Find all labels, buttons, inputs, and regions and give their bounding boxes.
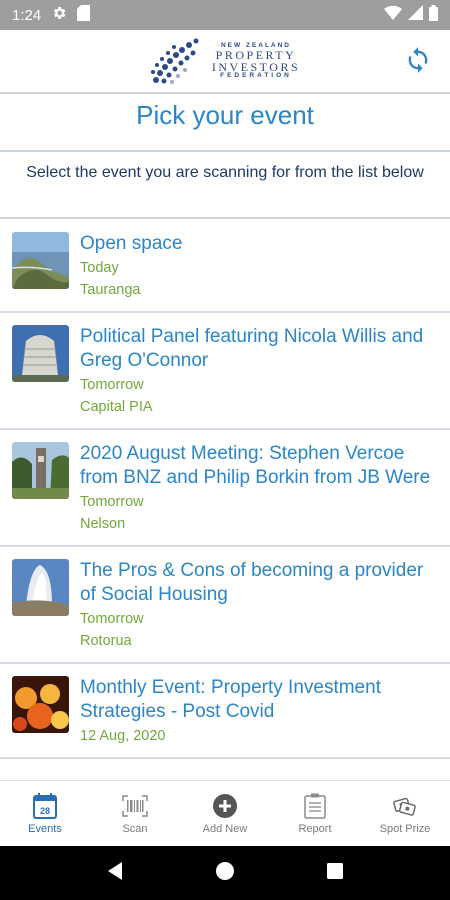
fern-logo-icon — [150, 38, 199, 84]
nav-scan[interactable]: Scan — [90, 781, 180, 846]
event-date: Tomorrow — [80, 494, 144, 510]
header-divider — [0, 92, 450, 94]
tickets-icon — [392, 793, 418, 819]
home-button[interactable] — [215, 861, 235, 886]
event-title: Monthly Event: Property Investment Strat… — [80, 677, 381, 722]
nzpif-logo: NEW ZEALAND PROPERTY INVESTORS FEDERATIO… — [150, 36, 300, 86]
settings-icon — [51, 5, 67, 25]
event-thumb-geyser — [12, 559, 69, 616]
event-thumb-lanterns — [12, 676, 69, 733]
event-thumb-clock-tower — [12, 442, 69, 499]
nav-label: Scan — [122, 822, 148, 835]
battery-icon — [429, 4, 438, 26]
nav-label: Add New — [202, 822, 248, 835]
event-item[interactable]: 2020 August Meeting: Stephen Vercoe from… — [0, 430, 450, 547]
title-divider — [0, 150, 450, 152]
home-icon — [215, 861, 234, 880]
event-item[interactable]: The Pros & Cons of becoming a provider o… — [0, 547, 450, 664]
event-date: 12 Aug, 2020 — [80, 728, 166, 744]
nav-report[interactable]: Report — [270, 781, 360, 846]
event-title: Political Panel featuring Nicola Willis … — [80, 326, 424, 371]
barcode-icon — [122, 793, 148, 819]
event-item[interactable]: Political Panel featuring Nicola Willis … — [0, 313, 450, 430]
event-location: Capital PIA — [80, 399, 153, 415]
refresh-icon — [408, 47, 428, 73]
bottom-nav: 28 Events Scan Add New Report Spot Prize — [0, 780, 450, 846]
event-list[interactable]: Open space Today Tauranga Political Pane… — [0, 220, 450, 780]
signal-icon — [408, 5, 423, 25]
event-location: Tauranga — [80, 282, 141, 298]
page-title: Pick your event — [136, 100, 314, 130]
recents-button[interactable] — [326, 862, 344, 885]
event-title: The Pros & Cons of becoming a provider o… — [80, 560, 424, 605]
calendar-icon: 28 — [32, 792, 58, 819]
recents-icon — [327, 862, 344, 879]
report-icon — [302, 793, 328, 819]
event-date: Tomorrow — [80, 377, 144, 393]
instruction-divider — [0, 217, 450, 219]
event-location: Nelson — [80, 516, 126, 532]
app-header: NEW ZEALAND PROPERTY INVESTORS FEDERATIO… — [0, 30, 450, 92]
add-circle-icon — [212, 793, 238, 819]
wifi-icon — [384, 5, 402, 25]
logo-line-4: FEDERATION — [220, 72, 292, 79]
back-button[interactable] — [106, 861, 124, 886]
nav-label: Spot Prize — [379, 822, 431, 835]
calendar-badge: 28 — [40, 806, 50, 816]
event-item[interactable]: Monthly Event: Property Investment Strat… — [0, 664, 450, 759]
event-location: Rotorua — [80, 633, 132, 649]
event-date: Tomorrow — [80, 611, 144, 627]
refresh-button[interactable] — [404, 46, 432, 74]
sd-card-icon — [77, 5, 91, 25]
event-item[interactable]: Open space Today Tauranga — [0, 220, 450, 313]
event-date: Today — [80, 260, 119, 276]
event-thumb-beehive — [12, 325, 69, 382]
status-bar: 1:24 — [0, 0, 450, 30]
back-icon — [107, 861, 122, 880]
nav-label: Events — [28, 822, 62, 835]
event-title: Open space — [80, 233, 183, 254]
nav-events[interactable]: 28 Events — [0, 781, 90, 846]
event-thumb-coast — [12, 232, 69, 289]
event-title: 2020 August Meeting: Stephen Vercoe from… — [80, 443, 431, 488]
status-time: 1:24 — [12, 6, 42, 24]
nav-add-new[interactable]: Add New — [180, 781, 270, 846]
nav-label: Report — [298, 822, 332, 835]
system-nav-bar — [0, 846, 450, 900]
instruction-text: Select the event you are scanning for fr… — [26, 164, 424, 181]
nav-spot-prize[interactable]: Spot Prize — [360, 781, 450, 846]
